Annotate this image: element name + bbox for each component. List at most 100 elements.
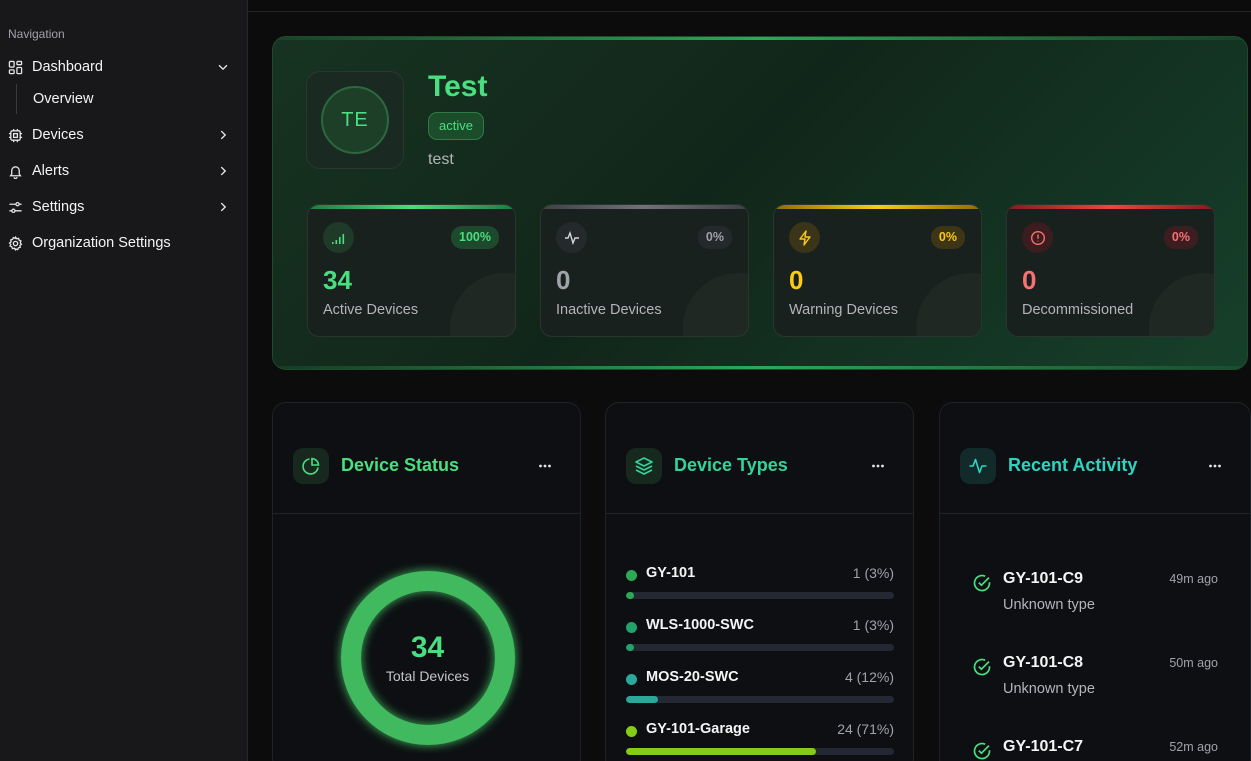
sidebar: Navigation Dashboard Overview Devices Al… [0, 0, 248, 761]
chevron-right-icon [220, 202, 227, 212]
donut-total-label: Total Devices [385, 668, 470, 684]
activity-device-name: GY-101-C8 [1003, 654, 1084, 671]
list-item[interactable]: GY-101-Garage 24 (71%) [626, 721, 894, 761]
stat-label: Decommissioned [1022, 302, 1134, 318]
stat-percent-badge: 0% [1163, 226, 1198, 249]
activity-timestamp: 49m ago [1169, 572, 1218, 586]
sliders-icon [9, 201, 22, 214]
activity-device-name: GY-101-C7 [1003, 738, 1084, 755]
card-header: Device Types [606, 403, 913, 514]
type-count: 24 (71%) [837, 721, 894, 737]
stat-value: 34 [323, 265, 352, 295]
type-color-dot [626, 726, 637, 737]
activity-icon [556, 222, 587, 253]
org-name: Test [428, 70, 488, 103]
recent-activity-card: Recent Activity GY-101-C9 49m ago Unknow… [939, 402, 1251, 761]
stat-value: 0 [789, 265, 804, 295]
alert-circle-icon [1022, 222, 1053, 253]
sidebar-item-organization-settings[interactable]: Organization Settings [0, 228, 248, 258]
avatar: TE [321, 86, 389, 154]
stat-card-active[interactable]: 100% 34 Active Devices [307, 204, 516, 337]
sidebar-item-label: Organization Settings [32, 235, 171, 251]
signal-icon [323, 222, 354, 253]
list-item[interactable]: WLS-1000-SWC 1 (3%) [626, 617, 894, 657]
stat-value: 0 [556, 265, 571, 295]
type-name: WLS-1000-SWC [646, 617, 754, 633]
more-horizontal-icon[interactable] [538, 459, 552, 473]
chevron-down-icon [218, 64, 228, 71]
type-color-dot [626, 674, 637, 685]
progress-track [626, 696, 894, 703]
nav-section-label: Navigation [8, 27, 65, 41]
stat-percent-badge: 100% [451, 226, 499, 249]
activity-item[interactable]: GY-101-C9 49m ago Unknown type [972, 570, 1218, 630]
stat-decoration [683, 273, 748, 336]
stat-accent-bar [541, 205, 748, 209]
cpu-icon [8, 128, 23, 143]
stat-card-decommissioned[interactable]: 0% 0 Decommissioned [1006, 204, 1215, 337]
device-status-card: Device Status 34 Total Devices [272, 402, 581, 761]
sidebar-item-settings[interactable]: Settings [0, 192, 248, 222]
activity-device-name: GY-101-C9 [1003, 570, 1084, 587]
more-horizontal-icon[interactable] [871, 459, 885, 473]
subnav-divider [16, 84, 17, 114]
device-types-card: Device Types GY-101 1 (3%) WLS-1000-SWC … [605, 402, 914, 761]
chevron-right-icon [220, 130, 227, 140]
org-description: test [428, 151, 454, 168]
progress-fill [626, 696, 659, 703]
sidebar-item-overview[interactable]: Overview [33, 91, 93, 107]
check-circle-icon [973, 658, 991, 676]
organization-hero-card: TE Test active test 100% 34 Active Devic… [272, 36, 1248, 370]
activity-item[interactable]: GY-101-C8 50m ago Unknown type [972, 654, 1218, 714]
bell-icon [9, 166, 22, 179]
type-name: GY-101-Garage [646, 721, 750, 737]
sidebar-item-alerts[interactable]: Alerts [0, 156, 248, 186]
stat-decoration [450, 273, 515, 336]
card-title: Device Status [341, 455, 460, 475]
card-title: Recent Activity [1008, 455, 1138, 475]
stat-decoration [916, 273, 981, 336]
hero-bottom-accent [273, 366, 1247, 369]
activity-timestamp: 52m ago [1169, 740, 1218, 754]
hero-top-accent [273, 37, 1247, 40]
chevron-right-icon [220, 166, 227, 176]
type-count: 1 (3%) [852, 617, 894, 633]
progress-track [626, 748, 894, 755]
sidebar-item-label: Dashboard [32, 59, 103, 75]
activity-item[interactable]: GY-101-C7 52m ago [972, 738, 1218, 761]
sidebar-item-devices[interactable]: Devices [0, 120, 248, 150]
stat-label: Warning Devices [789, 302, 899, 318]
zap-icon [789, 222, 820, 253]
stat-label: Active Devices [323, 302, 419, 318]
check-circle-icon [973, 742, 991, 760]
list-item[interactable]: MOS-20-SWC 4 (12%) [626, 669, 894, 709]
stat-card-inactive[interactable]: 0% 0 Inactive Devices [540, 204, 749, 337]
sidebar-item-dashboard[interactable]: Dashboard [0, 52, 248, 82]
activity-device-type: Unknown type [1003, 597, 1095, 613]
type-count: 4 (12%) [844, 669, 894, 685]
card-header: Device Status [273, 403, 580, 514]
stat-label: Inactive Devices [556, 302, 662, 318]
progress-track [626, 644, 894, 651]
progress-fill [626, 592, 635, 599]
layers-icon [626, 448, 662, 484]
list-item[interactable]: GY-101 1 (3%) [626, 565, 894, 605]
stat-card-warning[interactable]: 0% 0 Warning Devices [773, 204, 982, 337]
org-avatar-box: TE [306, 71, 404, 169]
dashboard-icon [8, 60, 23, 75]
type-count: 1 (3%) [852, 565, 894, 581]
stat-percent-badge: 0% [930, 226, 965, 249]
stat-accent-bar [308, 205, 515, 209]
stat-percent-badge: 0% [697, 226, 732, 249]
progress-track [626, 592, 894, 599]
sidebar-item-label: Settings [32, 199, 85, 215]
activity-timestamp: 50m ago [1169, 656, 1218, 670]
progress-fill [626, 748, 817, 755]
card-title: Device Types [674, 455, 788, 475]
activity-device-type: Unknown type [1003, 681, 1095, 697]
progress-fill [626, 644, 635, 651]
pie-chart-icon [293, 448, 329, 484]
more-horizontal-icon[interactable] [1208, 459, 1222, 473]
stat-decoration [1149, 273, 1214, 336]
stat-value: 0 [1022, 265, 1037, 295]
